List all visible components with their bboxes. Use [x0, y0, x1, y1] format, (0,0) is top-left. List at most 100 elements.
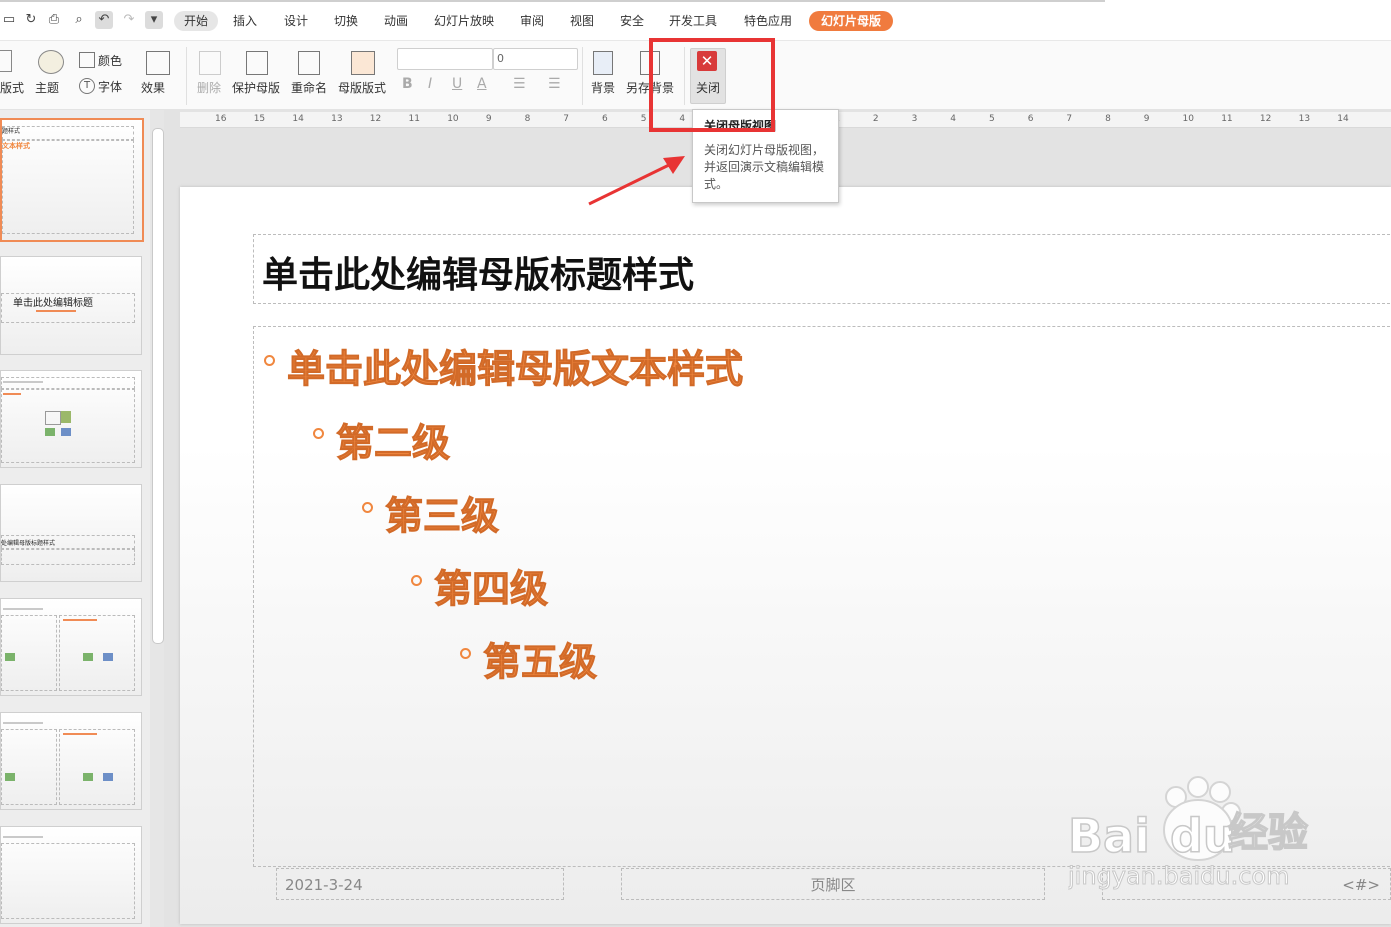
- slide-thumbnail-4[interactable]: 处编辑母版标题样式: [0, 484, 142, 582]
- tab-slide-master[interactable]: 幻灯片母版: [809, 11, 894, 31]
- font-size-combo[interactable]: 0: [493, 48, 578, 70]
- ruler-tick-label: 14: [292, 114, 304, 124]
- rename-icon[interactable]: [298, 51, 320, 75]
- master-layout-button[interactable]: 母版版式: [338, 79, 386, 96]
- slide-thumbnail-2[interactable]: 单击此处编辑标题: [0, 256, 142, 355]
- ruler-tick-label: 11: [1221, 114, 1233, 124]
- print-preview-icon[interactable]: ⌕: [70, 11, 88, 29]
- font-name-combo[interactable]: [397, 48, 493, 70]
- ruler-tick-label: 5: [640, 114, 647, 124]
- ribbon-separator: [582, 47, 583, 105]
- tab-animation[interactable]: 动画: [384, 11, 408, 31]
- ruler-tick-label: 9: [1143, 114, 1150, 124]
- print-icon[interactable]: ⎙: [45, 11, 63, 29]
- rename-button[interactable]: 重命名: [291, 79, 327, 96]
- tab-security[interactable]: 安全: [620, 11, 644, 31]
- annotation-arrow-icon: [588, 156, 685, 206]
- bullet-icon: [362, 502, 373, 513]
- color-icon[interactable]: [79, 52, 95, 68]
- redo-arrow-icon[interactable]: ↷: [120, 11, 138, 29]
- bullet-icon: [460, 648, 471, 659]
- slide-thumbnail-5[interactable]: [0, 598, 142, 696]
- layout-icon[interactable]: [0, 50, 12, 72]
- slide-thumbnail-7[interactable]: [0, 826, 142, 924]
- customize-icon[interactable]: ▾: [145, 11, 163, 29]
- text-level-3[interactable]: 第三级: [384, 485, 499, 540]
- ruler-tick-label: 3: [911, 114, 918, 124]
- footer-text[interactable]: 页脚区: [621, 868, 1045, 900]
- baidu-jingyan-watermark: Bai du 经验 jingyan.baidu.com: [1068, 776, 1309, 891]
- effect-icon[interactable]: [146, 51, 170, 75]
- ruler-tick-label: 16: [215, 114, 227, 124]
- ruler-tick-label: 4: [950, 114, 957, 124]
- tab-slideshow[interactable]: 幻灯片放映: [434, 11, 494, 31]
- ruler-tick-label: 6: [1027, 114, 1034, 124]
- color-button[interactable]: 颜色: [98, 52, 122, 69]
- bullet-list-icon[interactable]: ☰: [513, 76, 526, 92]
- background-icon[interactable]: [593, 51, 613, 75]
- undo-icon[interactable]: ↶: [95, 11, 113, 29]
- tab-review[interactable]: 审阅: [520, 11, 544, 31]
- ruler-tick-label: 9: [485, 114, 492, 124]
- tab-home[interactable]: 开始: [174, 11, 219, 31]
- numbered-list-icon[interactable]: ☰: [548, 76, 561, 92]
- master-layout-icon[interactable]: [351, 51, 375, 75]
- tooltip-description: 关闭幻灯片母版视图，并返回演示文稿编辑模式。: [704, 143, 825, 191]
- thumbnail-body: 文本样式: [2, 142, 30, 150]
- highlight-box: [649, 38, 775, 132]
- tab-design[interactable]: 设计: [284, 11, 308, 31]
- text-level-5[interactable]: 第五级: [482, 631, 597, 686]
- tab-developer[interactable]: 开发工具: [669, 11, 717, 31]
- font-button[interactable]: 字体: [98, 78, 122, 95]
- ruler-tick-label: 5: [989, 114, 995, 124]
- ruler-tick-label: 10: [1182, 114, 1194, 124]
- save-icon[interactable]: ▭: [0, 11, 18, 29]
- ruler-tick-label: 10: [447, 114, 459, 124]
- theme-palette-icon[interactable]: [38, 50, 64, 74]
- delete-icon[interactable]: [199, 51, 221, 75]
- svg-text:Bai: Bai: [1068, 809, 1150, 863]
- tab-view[interactable]: 视图: [570, 11, 594, 31]
- ruler-tick-label: 8: [1105, 114, 1111, 124]
- underline-button[interactable]: U: [452, 76, 462, 92]
- ruler-tick-label: 7: [563, 114, 570, 124]
- layout-button[interactable]: 版式: [0, 79, 24, 96]
- slide-thumbnail-master[interactable]: 题样式 文本样式: [0, 118, 144, 242]
- tab-transition[interactable]: 切换: [334, 11, 358, 31]
- tab-special[interactable]: 特色应用: [744, 11, 792, 31]
- bold-button[interactable]: B: [402, 76, 413, 92]
- delete-button[interactable]: 删除: [197, 79, 221, 96]
- font-color-button[interactable]: A: [477, 76, 487, 92]
- text-level-4[interactable]: 第四级: [433, 558, 548, 613]
- slide-title[interactable]: 单击此处编辑母版标题样式: [262, 246, 694, 298]
- footer-date[interactable]: 2021-3-24: [276, 868, 564, 900]
- svg-text:经验: 经验: [1228, 810, 1308, 856]
- text-level-1[interactable]: 单击此处编辑母版文本样式: [286, 338, 743, 393]
- ruler-tick-label: 13: [1298, 114, 1311, 124]
- scrollbar-thumb[interactable]: [152, 128, 164, 644]
- slide-thumbnail-3[interactable]: [0, 370, 142, 468]
- protect-master-icon[interactable]: [246, 51, 268, 75]
- svg-text:du: du: [1170, 809, 1236, 863]
- slide-thumbnail-6[interactable]: [0, 712, 142, 810]
- protect-master-button[interactable]: 保护母版: [232, 79, 280, 96]
- font-icon[interactable]: T: [79, 78, 95, 94]
- effect-button[interactable]: 效果: [141, 79, 165, 96]
- background-button[interactable]: 背景: [591, 79, 615, 96]
- ruler-tick-label: 12: [1259, 114, 1272, 124]
- ruler-tick-label: 13: [331, 114, 343, 124]
- ruler-tick-label: 2: [872, 114, 879, 124]
- title-strip: [0, 0, 1105, 2]
- tab-insert[interactable]: 插入: [233, 11, 257, 31]
- ruler-tick-label: 7: [1066, 114, 1073, 124]
- ruler-tick-label: 8: [524, 114, 531, 124]
- thumbnail-title: 单击此处编辑标题: [13, 298, 93, 309]
- italic-button[interactable]: I: [428, 76, 432, 92]
- ruler-tick-label: 11: [408, 114, 420, 124]
- text-level-2[interactable]: 第二级: [335, 412, 450, 467]
- redo-icon[interactable]: ↻: [22, 11, 40, 29]
- ruler-tick-label: 12: [369, 114, 382, 124]
- theme-button[interactable]: 主题: [35, 79, 59, 96]
- ruler-tick-label: 15: [253, 114, 266, 124]
- bullet-icon: [264, 355, 275, 366]
